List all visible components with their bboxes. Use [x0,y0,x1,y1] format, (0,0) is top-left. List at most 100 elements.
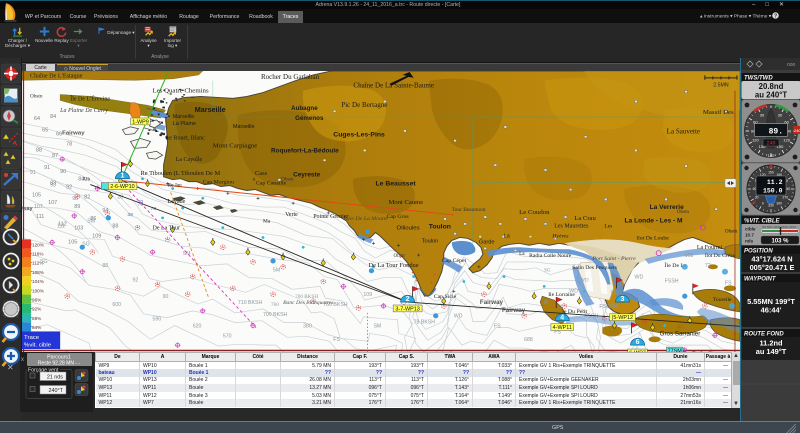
svg-text:Toulon: Toulon [422,238,439,244]
svg-text:WD: WD [580,279,589,284]
svg-text:6: 6 [636,339,640,346]
svg-text:%vit. cible: %vit. cible [24,343,52,349]
svg-text:92: 92 [132,278,138,284]
svg-text:64: 64 [34,116,40,122]
svg-text:Cap Sicié: Cap Sicié [434,294,457,300]
svg-text:105: 105 [32,192,41,198]
svg-text:590: 590 [153,317,162,323]
svg-text:Obstr: Obstr [394,253,406,259]
svg-text:103 %: 103 % [771,239,789,245]
svg-text:La Sauvette: La Sauvette [667,128,700,136]
svg-text:Obstn: Obstn [725,229,738,235]
svg-text:688: 688 [524,337,533,343]
svg-text:Tour Beaumont: Tour Beaumont [452,207,486,213]
svg-text:FSSH: FSSH [665,279,679,285]
svg-text:Alb: Alb [82,177,90,183]
svg-text:Le Coudon: Le Coudon [519,209,550,216]
svg-text:104%: 104% [32,279,44,284]
svg-text:Radia Colle Noure: Radia Colle Noure [529,253,572,259]
svg-text:Ile Lorraine: Ile Lorraine [548,292,575,298]
svg-text:46:44': 46:44' [761,306,782,315]
svg-text:Hyères: Hyères [551,233,569,239]
svg-text:au 240°T: au 240°T [755,91,787,100]
svg-text:86: 86 [90,216,96,222]
svg-text:91: 91 [44,165,50,171]
svg-text:%VIT. CIBLE: %VIT. CIBLE [744,218,781,224]
svg-text:1: 1 [120,173,124,180]
svg-text:30: 30 [760,113,765,118]
svg-text:105: 105 [68,239,77,245]
svg-text:116%: 116% [32,252,43,257]
svg-text:Pic De Bertagne: Pic De Bertagne [341,101,387,109]
svg-text:Aubagne: Aubagne [291,105,318,112]
svg-text:Garde: Garde [479,239,495,245]
svg-text:De La Tour Fondue: De La Tour Fondue [368,262,418,269]
svg-text:103: 103 [74,226,83,232]
svg-text:005°20.471 E: 005°20.471 E [750,263,795,272]
svg-text:Massif Des: Massif Des [703,109,734,116]
svg-text:Ollioules: Ollioules [397,226,420,232]
svg-text:78 BKSH: 78 BKSH [414,320,436,326]
svg-text:La Fourmi: La Fourmi [697,245,723,251]
svg-text:180: 180 [768,153,775,158]
svg-text:620: 620 [193,324,202,330]
svg-text:570: 570 [223,333,232,339]
svg-text:Reste 92.28 MN - -: Reste 92.28 MN - - [38,361,81,367]
svg-text:380: 380 [303,324,312,330]
svg-text:Mont Carpiagne: Mont Carpiagne [213,142,258,149]
svg-text:108%: 108% [32,270,44,275]
svg-text:112: 112 [58,222,67,228]
svg-text:120: 120 [752,137,759,142]
svg-text:Pointe Grenier: Pointe Grenier [313,214,348,220]
svg-text:Cap Cépet: Cap Cépet [442,258,467,264]
svg-text:0% 50% 100% 150% 200%: 0% 50% 100% 150% 200% [762,225,797,229]
svg-text:Gros Sarranier: Gros Sarranier [660,330,701,337]
svg-text:38: 38 [127,212,133,218]
svg-text:|5-WP12: |5-WP12 [612,315,633,321]
svg-text:Obstn: Obstn [281,177,294,183]
svg-text:cible: cible [745,227,756,232]
svg-text:Port Saint - Pierre: Port Saint - Pierre [591,256,636,262]
svg-text:120: 120 [783,137,790,142]
svg-text:au 149°T: au 149°T [756,347,787,356]
svg-text:Marseille: Marseille [173,114,195,120]
svg-text:100%: 100% [32,288,44,293]
svg-text:Cap Morgiou: Cap Morgiou [203,180,234,186]
svg-text:WD: WD [610,291,619,296]
svg-text:SG: SG [544,269,551,274]
svg-text:De La Tour: De La Tour [153,226,181,232]
svg-text:2.5MN: 2.5MN [713,83,729,89]
svg-text:FS: FS [494,324,501,330]
svg-text:Cap Gros: Cap Gros [387,214,410,220]
svg-text:Cass: Cass [255,170,268,177]
svg-text:240: 240 [766,141,775,147]
svg-text:Roquefort-La-Bédoule: Roquefort-La-Bédoule [271,147,339,154]
svg-text:WD: WD [635,275,644,281]
svg-text:Île De L'Érevine: Île De L'Érevine [70,94,110,102]
svg-text:78: 78 [66,141,72,147]
svg-text:107: 107 [48,200,57,206]
svg-text:Tourelle: Tourelle [713,297,732,303]
svg-text:nds: nds [745,239,754,244]
svg-text:TWS/TWD: TWS/TWD [744,75,773,81]
svg-text:La Plaine De Carry: La Plaine De Carry [59,108,108,114]
svg-text:Mont Caume: Mont Caume [389,199,424,206]
svg-text:89: 89 [74,204,80,210]
svg-text:ROUTE FOND: ROUTE FOND [744,331,784,337]
svg-text:îlot De Loube: îlot De Loube [636,235,670,241]
svg-text:Les Quatre Chemins: Les Quatre Chemins [153,88,209,95]
svg-text:Fairway: Fairway [502,307,526,314]
svg-text:150: 150 [768,171,774,175]
svg-text:Les: Les [604,224,612,230]
svg-text:SG: SG [40,259,48,265]
svg-text:1-WP9: 1-WP9 [132,119,149,125]
svg-text:La Plaine: La Plaine [173,121,196,127]
svg-text:90: 90 [163,294,169,300]
svg-text:88%: 88% [32,316,41,321]
svg-text:109: 109 [363,292,372,298]
svg-text:Chaîne De L'Estaque: Chaîne De L'Estaque [30,73,83,79]
svg-text:109: 109 [92,233,101,239]
svg-text:760: 760 [271,302,279,308]
svg-text:?: ? [774,13,777,19]
svg-text:Re Tiboulen (L Tiboulen De M: Re Tiboulen (L Tiboulen De M [140,170,220,177]
